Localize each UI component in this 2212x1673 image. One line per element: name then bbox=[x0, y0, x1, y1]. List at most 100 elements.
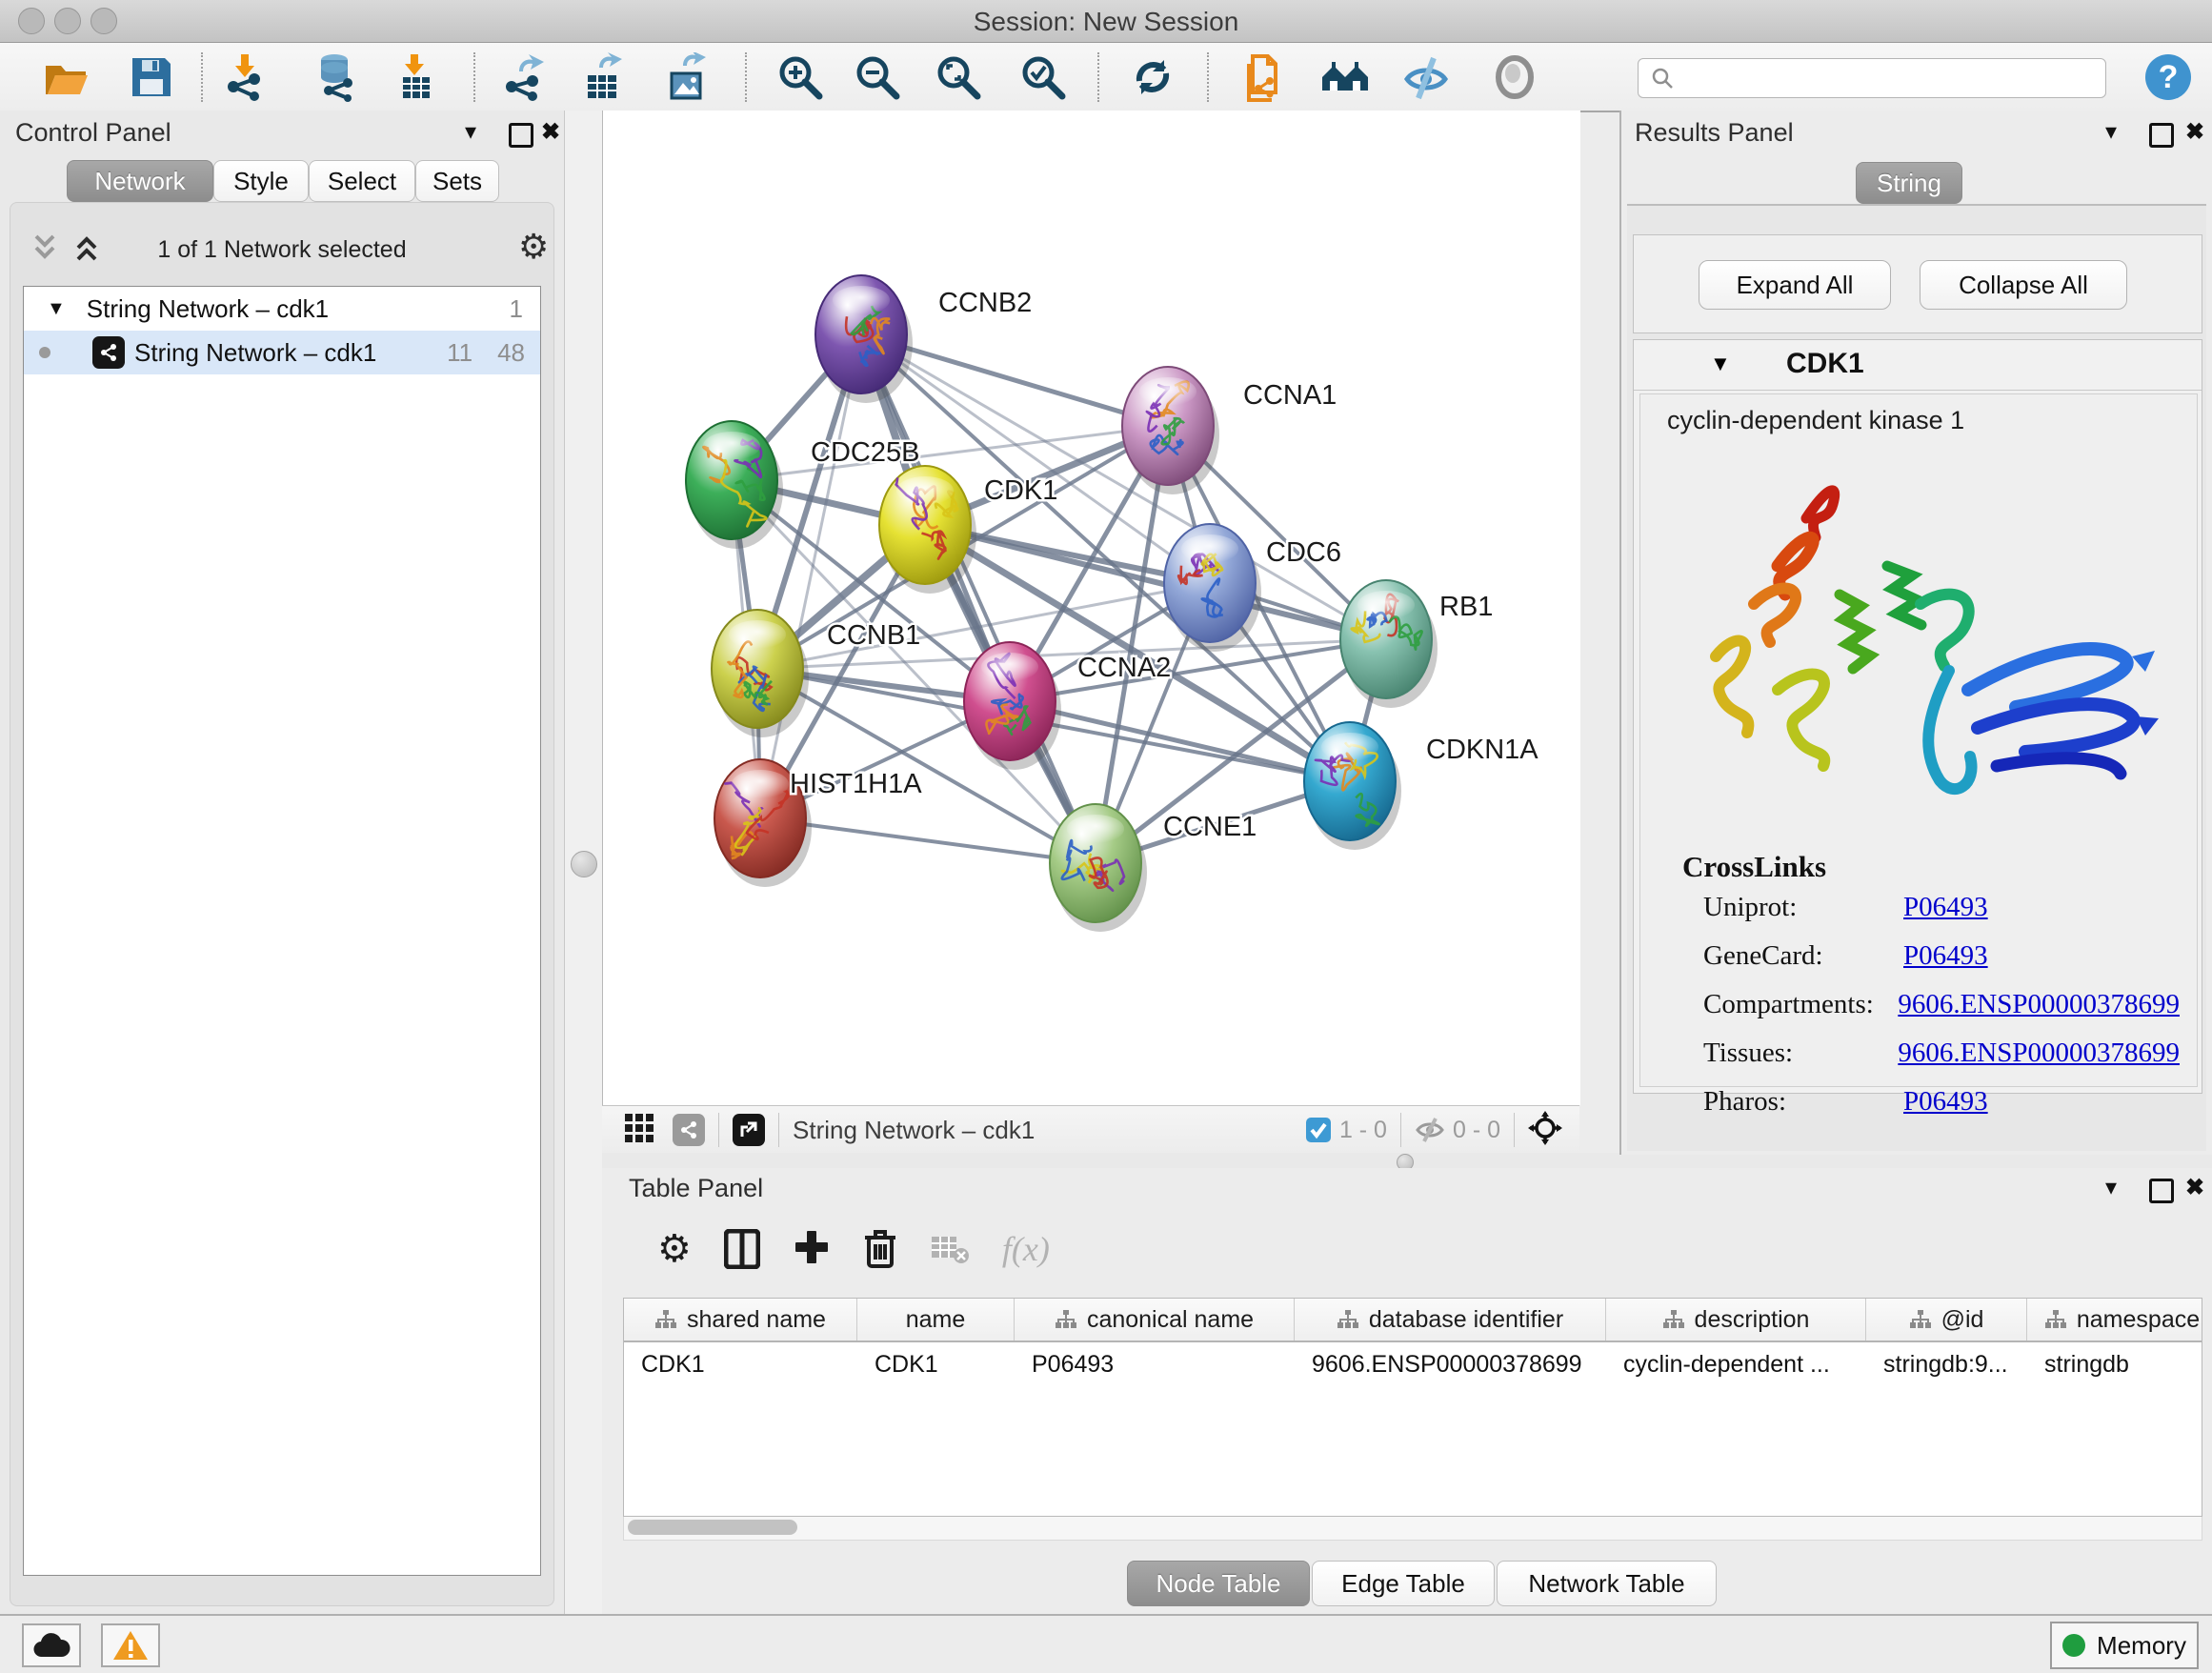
column-header-database-identifier[interactable]: database identifier bbox=[1295, 1299, 1606, 1340]
eye-slash-icon bbox=[1401, 52, 1451, 102]
show-graphics-details-button[interactable] bbox=[1488, 49, 1541, 106]
network-node[interactable] bbox=[1164, 524, 1261, 652]
crosslink-link[interactable]: P06493 bbox=[1903, 940, 1988, 972]
table-cell[interactable]: 9606.ENSP00000378699 bbox=[1295, 1351, 1606, 1379]
column-header-name[interactable]: name bbox=[857, 1299, 1015, 1340]
control-panel-float-icon[interactable] bbox=[509, 123, 533, 148]
protein-card-header[interactable]: ▼ CDK1 bbox=[1634, 340, 2202, 391]
column-header-canonical-name[interactable]: canonical name bbox=[1015, 1299, 1295, 1340]
tab-sets[interactable]: Sets bbox=[415, 160, 499, 202]
toolbar-search-box[interactable] bbox=[1638, 58, 2106, 98]
crosslink-link[interactable]: 9606.ENSP00000378699 bbox=[1898, 1038, 2180, 1069]
network-canvas[interactable]: CCNB2CCNA1CDC25BCDK1CDC6RB1CCNB1CCNA2CDK… bbox=[602, 111, 1580, 1105]
network-node[interactable] bbox=[1050, 804, 1147, 932]
table-cell[interactable]: CDK1 bbox=[857, 1351, 1015, 1379]
warnings-button[interactable] bbox=[101, 1623, 160, 1667]
network-collection-row[interactable]: ▼ String Network – cdk1 1 bbox=[24, 287, 540, 331]
hidden-eye-icon[interactable] bbox=[1415, 1117, 1445, 1143]
table-tabs: Node TableEdge TableNetwork Table bbox=[1127, 1561, 1719, 1606]
left-splitter-handle[interactable] bbox=[571, 851, 597, 877]
zoom-selected-button[interactable] bbox=[1016, 49, 1070, 106]
control-panel-close-icon[interactable]: ✖ bbox=[541, 118, 560, 146]
column-header-label: description bbox=[1695, 1306, 1810, 1334]
table-tab-edge-table[interactable]: Edge Table bbox=[1312, 1561, 1495, 1606]
table-settings-gear-icon[interactable]: ⚙ bbox=[657, 1227, 692, 1271]
crosslink-link[interactable]: P06493 bbox=[1903, 892, 1988, 923]
string-home-button[interactable] bbox=[1318, 49, 1372, 106]
open-session-button[interactable] bbox=[40, 49, 93, 106]
network-node[interactable] bbox=[1340, 580, 1438, 708]
delete-column-trash-icon[interactable] bbox=[863, 1228, 897, 1270]
node-table[interactable]: shared namenamecanonical namedatabase id… bbox=[623, 1298, 2202, 1517]
left-splitter[interactable] bbox=[564, 111, 603, 1614]
table-cell[interactable]: CDK1 bbox=[624, 1351, 857, 1379]
tab-style[interactable]: Style bbox=[213, 160, 309, 202]
protein-collapse-triangle-icon[interactable]: ▼ bbox=[1710, 352, 1731, 376]
network-node[interactable] bbox=[712, 610, 809, 737]
collapse-all-button[interactable]: Collapse All bbox=[1920, 260, 2127, 310]
network-node[interactable] bbox=[815, 275, 913, 403]
zoom-out-button[interactable] bbox=[851, 49, 904, 106]
grid-view-icon[interactable] bbox=[623, 1112, 655, 1149]
cloud-button[interactable] bbox=[22, 1623, 81, 1667]
zoom-fit-button[interactable] bbox=[932, 49, 985, 106]
table-horizontal-scrollbar[interactable] bbox=[623, 1517, 2202, 1541]
table-row[interactable]: CDK1CDK1P064939606.ENSP00000378699cyclin… bbox=[624, 1342, 2202, 1386]
open-in-window-icon[interactable] bbox=[733, 1114, 765, 1146]
save-session-button[interactable] bbox=[125, 49, 178, 106]
results-panel-collapse-icon[interactable]: ▾ bbox=[2105, 118, 2117, 146]
column-header-description[interactable]: description bbox=[1606, 1299, 1866, 1340]
export-table-button[interactable] bbox=[576, 49, 630, 106]
network-node[interactable] bbox=[1304, 722, 1401, 850]
export-image-button[interactable] bbox=[660, 49, 714, 106]
table-panel-collapse-icon[interactable]: ▾ bbox=[2105, 1174, 2117, 1201]
table-panel-close-icon[interactable]: ✖ bbox=[2185, 1174, 2204, 1201]
table-cell[interactable]: stringdb bbox=[2027, 1351, 2202, 1379]
table-tab-network-table[interactable]: Network Table bbox=[1497, 1561, 1717, 1606]
horizontal-splitter[interactable] bbox=[602, 1153, 2212, 1168]
results-panel-float-icon[interactable] bbox=[2149, 123, 2174, 148]
import-table-button[interactable] bbox=[390, 49, 443, 106]
tab-network[interactable]: Network bbox=[67, 160, 213, 202]
column-header--id[interactable]: @id bbox=[1866, 1299, 2027, 1340]
table-panel-float-icon[interactable] bbox=[2149, 1179, 2174, 1203]
show-columns-icon[interactable] bbox=[724, 1229, 760, 1269]
search-input[interactable] bbox=[1675, 64, 2088, 92]
import-network-file-button[interactable] bbox=[220, 49, 273, 106]
import-network-database-button[interactable] bbox=[312, 49, 365, 106]
network-node[interactable] bbox=[879, 466, 976, 594]
tree-expand-triangle-icon[interactable]: ▼ bbox=[47, 298, 66, 320]
table-cell[interactable]: stringdb:9... bbox=[1866, 1351, 2027, 1379]
birds-eye-crosshair-icon[interactable] bbox=[1528, 1111, 1562, 1150]
selected-checkbox-icon[interactable] bbox=[1305, 1117, 1332, 1143]
network-options-gear-icon[interactable]: ⚙ bbox=[518, 227, 549, 267]
zoom-in-button[interactable] bbox=[774, 49, 827, 106]
tab-string[interactable]: String bbox=[1856, 162, 1962, 204]
crosslink-link[interactable]: P06493 bbox=[1903, 1086, 1988, 1118]
help-button[interactable]: ? bbox=[2145, 54, 2191, 100]
network-node[interactable] bbox=[964, 642, 1061, 770]
protein-structure-image bbox=[1663, 452, 2178, 829]
network-row-selected[interactable]: String Network – cdk1 11 48 bbox=[24, 331, 540, 374]
tab-select[interactable]: Select bbox=[309, 160, 415, 202]
add-column-icon[interactable] bbox=[793, 1230, 831, 1268]
network-node[interactable] bbox=[1122, 367, 1219, 494]
hide-graphics-button[interactable] bbox=[1399, 49, 1453, 106]
column-header-shared-name[interactable]: shared name bbox=[624, 1299, 857, 1340]
table-cell[interactable]: P06493 bbox=[1015, 1351, 1295, 1379]
column-header-namespace[interactable]: namespace bbox=[2027, 1299, 2202, 1340]
network-edge[interactable] bbox=[760, 334, 861, 818]
share-view-icon[interactable] bbox=[673, 1114, 705, 1146]
scrollbar-thumb[interactable] bbox=[628, 1520, 797, 1535]
expand-all-button[interactable]: Expand All bbox=[1699, 260, 1891, 310]
apply-layout-button[interactable] bbox=[1126, 49, 1179, 106]
memory-button[interactable]: Memory bbox=[2050, 1622, 2199, 1669]
results-panel-close-icon[interactable]: ✖ bbox=[2185, 118, 2204, 146]
crosslink-link[interactable]: 9606.ENSP00000378699 bbox=[1898, 989, 2180, 1020]
table-tab-node-table[interactable]: Node Table bbox=[1127, 1561, 1310, 1606]
export-network-button[interactable] bbox=[498, 49, 552, 106]
string-import-button[interactable] bbox=[1237, 49, 1291, 106]
table-cell[interactable]: cyclin-dependent ... bbox=[1606, 1351, 1866, 1379]
title-bar: Session: New Session bbox=[0, 0, 2212, 43]
control-panel-collapse-icon[interactable]: ▾ bbox=[465, 118, 476, 146]
